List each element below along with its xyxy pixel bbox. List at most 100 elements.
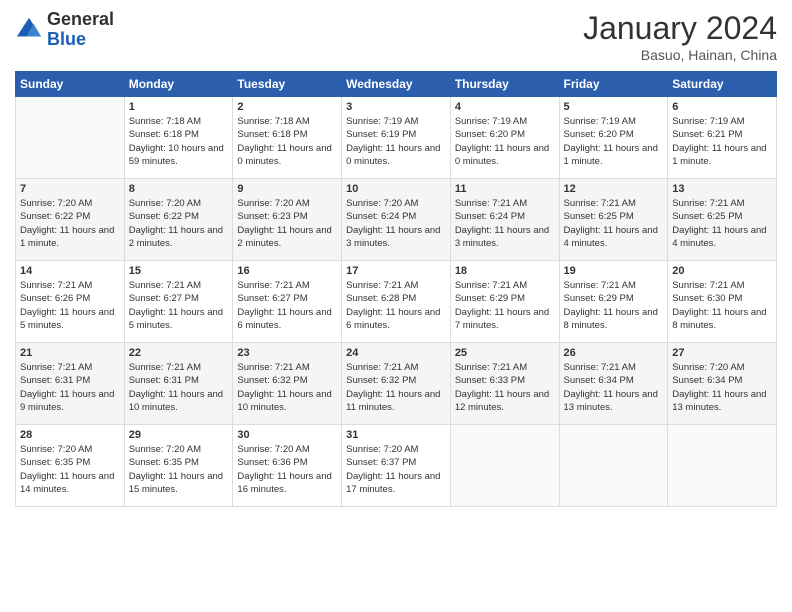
- calendar-subtitle: Basuo, Hainan, China: [583, 47, 777, 63]
- day-cell: 3Sunrise: 7:19 AMSunset: 6:19 PMDaylight…: [342, 97, 451, 179]
- day-info: Sunrise: 7:21 AMSunset: 6:29 PMDaylight:…: [455, 279, 555, 332]
- day-number: 29: [129, 429, 229, 441]
- logo-general-text: General: [47, 10, 114, 30]
- day-info: Sunrise: 7:19 AMSunset: 6:20 PMDaylight:…: [564, 115, 664, 168]
- day-cell: 23 Sunrise: 7:21 AMSunset: 6:32 PMDayligh…: [233, 343, 342, 425]
- day-number: 2: [237, 101, 337, 113]
- header-wednesday: Wednesday: [342, 72, 451, 97]
- day-info: Sunrise: 7:21 AMSunset: 6:32 PMDaylight:…: [237, 361, 337, 414]
- day-info: Sunrise: 7:21 AMSunset: 6:26 PMDaylight:…: [20, 279, 120, 332]
- day-cell: 2 Sunrise: 7:18 AMSunset: 6:18 PMDaylight…: [233, 97, 342, 179]
- day-number: 9: [237, 183, 337, 195]
- day-cell: 26 Sunrise: 7:21 AMSunset: 6:34 PMDayligh…: [559, 343, 668, 425]
- day-cell: 20Sunrise: 7:21 AMSunset: 6:30 PMDayligh…: [668, 261, 777, 343]
- day-info: Sunrise: 7:21 AMSunset: 6:25 PMDaylight:…: [672, 197, 772, 250]
- week-row-0: 1 Sunrise: 7:18 AMSunset: 6:18 PMDaylight…: [16, 97, 777, 179]
- day-info: Sunrise: 7:21 AMSunset: 6:27 PMDaylight:…: [237, 279, 337, 332]
- day-info: Sunrise: 7:21 AMSunset: 6:28 PMDaylight:…: [346, 279, 446, 332]
- day-cell: 29 Sunrise: 7:20 AMSunset: 6:35 PMDayligh…: [124, 425, 233, 507]
- page: General Blue January 2024 Basuo, Hainan,…: [0, 0, 792, 612]
- day-cell: 11Sunrise: 7:21 AMSunset: 6:24 PMDayligh…: [450, 179, 559, 261]
- day-cell: 25 Sunrise: 7:21 AMSunset: 6:33 PMDayligh…: [450, 343, 559, 425]
- day-number: 10: [346, 183, 446, 195]
- day-cell: 14 Sunrise: 7:21 AMSunset: 6:26 PMDayligh…: [16, 261, 125, 343]
- day-number: 13: [672, 183, 772, 195]
- day-number: 24: [346, 347, 446, 359]
- header-tuesday: Tuesday: [233, 72, 342, 97]
- day-info: Sunrise: 7:21 AMSunset: 6:30 PMDaylight:…: [672, 279, 772, 332]
- day-number: 8: [129, 183, 229, 195]
- day-info: Sunrise: 7:20 AMSunset: 6:37 PMDaylight:…: [346, 443, 446, 496]
- day-info: Sunrise: 7:19 AMSunset: 6:21 PMDaylight:…: [672, 115, 772, 168]
- week-row-1: 7 Sunrise: 7:20 AMSunset: 6:22 PMDaylight…: [16, 179, 777, 261]
- day-cell: 17Sunrise: 7:21 AMSunset: 6:28 PMDayligh…: [342, 261, 451, 343]
- day-cell: 30 Sunrise: 7:20 AMSunset: 6:36 PMDayligh…: [233, 425, 342, 507]
- day-info: Sunrise: 7:21 AMSunset: 6:31 PMDaylight:…: [129, 361, 229, 414]
- day-number: 26: [564, 347, 664, 359]
- day-cell: 13 Sunrise: 7:21 AMSunset: 6:25 PMDayligh…: [668, 179, 777, 261]
- day-info: Sunrise: 7:18 AMSunset: 6:18 PMDaylight:…: [237, 115, 337, 168]
- logo-icon: [15, 16, 43, 44]
- day-number: 14: [20, 265, 120, 277]
- day-cell: 7 Sunrise: 7:20 AMSunset: 6:22 PMDaylight…: [16, 179, 125, 261]
- day-cell: 18Sunrise: 7:21 AMSunset: 6:29 PMDayligh…: [450, 261, 559, 343]
- day-cell: 10 Sunrise: 7:20 AMSunset: 6:24 PMDayligh…: [342, 179, 451, 261]
- day-info: Sunrise: 7:21 AMSunset: 6:32 PMDaylight:…: [346, 361, 446, 414]
- header-friday: Friday: [559, 72, 668, 97]
- day-info: Sunrise: 7:21 AMSunset: 6:31 PMDaylight:…: [20, 361, 120, 414]
- logo-blue-text: Blue: [47, 30, 114, 50]
- header-saturday: Saturday: [668, 72, 777, 97]
- day-cell: 27 Sunrise: 7:20 AMSunset: 6:34 PMDayligh…: [668, 343, 777, 425]
- day-number: 25: [455, 347, 555, 359]
- day-info: Sunrise: 7:20 AMSunset: 6:36 PMDaylight:…: [237, 443, 337, 496]
- day-number: 23: [237, 347, 337, 359]
- day-cell: 9 Sunrise: 7:20 AMSunset: 6:23 PMDaylight…: [233, 179, 342, 261]
- day-number: 21: [20, 347, 120, 359]
- day-info: Sunrise: 7:21 AMSunset: 6:27 PMDaylight:…: [129, 279, 229, 332]
- day-number: 7: [20, 183, 120, 195]
- header-sunday: Sunday: [16, 72, 125, 97]
- day-info: Sunrise: 7:21 AMSunset: 6:34 PMDaylight:…: [564, 361, 664, 414]
- week-row-4: 28Sunrise: 7:20 AMSunset: 6:35 PMDayligh…: [16, 425, 777, 507]
- day-cell: 4Sunrise: 7:19 AMSunset: 6:20 PMDaylight…: [450, 97, 559, 179]
- week-row-2: 14 Sunrise: 7:21 AMSunset: 6:26 PMDayligh…: [16, 261, 777, 343]
- day-cell: 19Sunrise: 7:21 AMSunset: 6:29 PMDayligh…: [559, 261, 668, 343]
- day-cell: 28Sunrise: 7:20 AMSunset: 6:35 PMDayligh…: [16, 425, 125, 507]
- day-number: 1: [129, 101, 229, 113]
- day-info: Sunrise: 7:21 AMSunset: 6:24 PMDaylight:…: [455, 197, 555, 250]
- header-row: Sunday Monday Tuesday Wednesday Thursday…: [16, 72, 777, 97]
- day-info: Sunrise: 7:20 AMSunset: 6:24 PMDaylight:…: [346, 197, 446, 250]
- day-cell: [559, 425, 668, 507]
- day-info: Sunrise: 7:20 AMSunset: 6:22 PMDaylight:…: [20, 197, 120, 250]
- day-info: Sunrise: 7:20 AMSunset: 6:22 PMDaylight:…: [129, 197, 229, 250]
- day-number: 27: [672, 347, 772, 359]
- day-number: 31: [346, 429, 446, 441]
- day-info: Sunrise: 7:20 AMSunset: 6:35 PMDaylight:…: [129, 443, 229, 496]
- day-info: Sunrise: 7:20 AMSunset: 6:34 PMDaylight:…: [672, 361, 772, 414]
- day-cell: 21 Sunrise: 7:21 AMSunset: 6:31 PMDayligh…: [16, 343, 125, 425]
- day-cell: [16, 97, 125, 179]
- day-info: Sunrise: 7:19 AMSunset: 6:19 PMDaylight:…: [346, 115, 446, 168]
- day-info: Sunrise: 7:20 AMSunset: 6:23 PMDaylight:…: [237, 197, 337, 250]
- day-cell: [450, 425, 559, 507]
- header-thursday: Thursday: [450, 72, 559, 97]
- day-cell: 1Sunrise: 7:18 AMSunset: 6:18 PMDaylight…: [124, 97, 233, 179]
- calendar-title: January 2024: [583, 10, 777, 47]
- day-info: Sunrise: 7:19 AMSunset: 6:20 PMDaylight:…: [455, 115, 555, 168]
- day-cell: 8 Sunrise: 7:20 AMSunset: 6:22 PMDaylight…: [124, 179, 233, 261]
- day-cell: 15 Sunrise: 7:21 AMSunset: 6:27 PMDayligh…: [124, 261, 233, 343]
- day-number: 30: [237, 429, 337, 441]
- title-block: January 2024 Basuo, Hainan, China: [583, 10, 777, 63]
- day-number: 15: [129, 265, 229, 277]
- day-number: 12: [564, 183, 664, 195]
- day-info: Sunrise: 7:20 AMSunset: 6:35 PMDaylight:…: [20, 443, 120, 496]
- day-cell: 5 Sunrise: 7:19 AMSunset: 6:20 PMDaylight…: [559, 97, 668, 179]
- day-cell: 16Sunrise: 7:21 AMSunset: 6:27 PMDayligh…: [233, 261, 342, 343]
- day-cell: 24 Sunrise: 7:21 AMSunset: 6:32 PMDayligh…: [342, 343, 451, 425]
- day-info: Sunrise: 7:21 AMSunset: 6:33 PMDaylight:…: [455, 361, 555, 414]
- day-cell: 22 Sunrise: 7:21 AMSunset: 6:31 PMDayligh…: [124, 343, 233, 425]
- day-number: 19: [564, 265, 664, 277]
- day-number: 22: [129, 347, 229, 359]
- day-number: 5: [564, 101, 664, 113]
- header-monday: Monday: [124, 72, 233, 97]
